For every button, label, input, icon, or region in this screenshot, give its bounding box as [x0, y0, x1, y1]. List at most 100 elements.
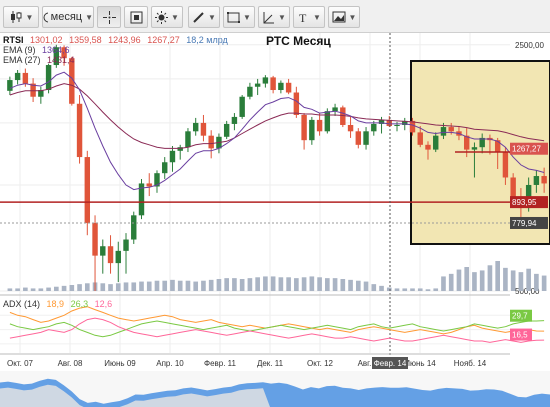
chevron-down-icon: ▼	[348, 12, 357, 22]
candle-body	[309, 119, 315, 141]
legend-low: 1243,96	[108, 35, 141, 45]
indicators-button[interactable]: ▼	[151, 6, 183, 28]
ema9-label: EMA (9)	[3, 45, 36, 55]
candle-body	[541, 176, 547, 184]
volume-bar	[201, 280, 206, 291]
candle-body	[131, 215, 137, 240]
navigator[interactable]	[0, 371, 550, 407]
period-select[interactable]: месяц ▼	[42, 6, 94, 28]
candle-body	[92, 222, 98, 256]
chart-title: РТС Месяц	[266, 34, 331, 48]
x-tick-label: Окт. 07	[7, 359, 33, 368]
candle-body	[185, 131, 191, 148]
candle-body	[262, 77, 269, 84]
volume-bar	[526, 268, 531, 291]
volume-bar	[340, 279, 346, 291]
adx-label: ADX (14)	[3, 299, 41, 309]
volume-bar	[38, 288, 44, 291]
rectangle-icon	[227, 11, 241, 23]
candle-body	[494, 140, 501, 153]
mdi-value: 12,6	[94, 299, 113, 309]
volume-bar	[510, 270, 516, 291]
ema27-value: 1431,4	[47, 55, 75, 65]
volume-bar	[278, 277, 284, 291]
angle-button[interactable]: ▼	[258, 6, 290, 28]
chart-app: ▼ месяц ▼ ▼ ▼ ▼ ▼ T ▼ ▼ 2500,00 500,00 1…	[0, 0, 550, 407]
candle-body	[502, 152, 509, 178]
volume-bar	[7, 288, 13, 291]
volume-bar	[503, 267, 508, 291]
crosshair-date-label: Февр. 14	[374, 359, 407, 368]
volume-bar	[371, 284, 377, 291]
candle-body	[440, 127, 447, 136]
candle-body	[471, 147, 478, 150]
text-button[interactable]: T ▼	[293, 6, 325, 28]
crosshair-icon	[102, 10, 116, 24]
candle-body	[254, 83, 261, 87]
legend-close: 1267,27	[147, 35, 180, 45]
draw-line-button[interactable]: ▼	[188, 6, 220, 28]
candle-body	[433, 135, 439, 150]
volume-bar	[425, 289, 431, 291]
image-button[interactable]: ▼	[328, 6, 360, 28]
candle-body	[76, 103, 83, 158]
volume-bar	[30, 288, 36, 291]
candle-body	[293, 92, 300, 115]
volume-bar	[325, 278, 330, 291]
volume-bar	[487, 265, 493, 291]
candle-body	[192, 122, 199, 132]
volume-bar	[162, 280, 168, 291]
volume-bar	[464, 267, 470, 291]
candle-body	[84, 157, 91, 223]
volume-bar	[170, 279, 175, 291]
candle-body	[301, 114, 307, 141]
chart-canvas[interactable]: 2500,002000,001500,001000,00500,00 1267,…	[0, 33, 550, 407]
volume-bar	[332, 278, 338, 291]
period-label: месяц	[50, 11, 83, 23]
volume-bar	[131, 282, 137, 291]
volume-bar	[193, 281, 199, 291]
volume-bar	[286, 277, 291, 291]
volume-bar	[348, 279, 353, 291]
volume-bar	[255, 277, 260, 291]
volume-bar	[495, 261, 500, 291]
clock-icon	[43, 12, 48, 22]
volume-bar	[185, 280, 191, 291]
volume-bar	[479, 270, 485, 291]
candle-body	[448, 127, 454, 132]
volume-bar	[123, 282, 129, 291]
volume-bar	[239, 279, 245, 291]
pdi-tag: 29,7	[512, 312, 528, 321]
legend-symbol: RTSI	[3, 35, 24, 45]
candle-body	[394, 124, 400, 127]
legend-high: 1359,58	[69, 35, 102, 45]
volume-bar	[317, 277, 322, 291]
mdi-tag: 16,5	[512, 331, 528, 340]
volume-bar	[541, 275, 547, 291]
pencil-icon	[193, 11, 204, 23]
volume-bar	[263, 276, 268, 291]
ema9-value: 1364,6	[42, 45, 70, 55]
legend-open: 1301,02	[30, 35, 63, 45]
x-tick-label: Окт. 12	[307, 359, 333, 368]
cursor-button[interactable]	[124, 6, 148, 28]
volume-bar	[270, 276, 276, 291]
volume-bar	[441, 276, 446, 291]
chevron-down-icon: ▼	[243, 12, 251, 22]
chart-type-button[interactable]: ▼	[3, 6, 39, 28]
support-price-tag: 893,95	[512, 198, 537, 207]
rectangle-button[interactable]: ▼	[223, 6, 255, 28]
legend-adx: ADX (14) 18,9 26,3 12,6	[3, 299, 116, 309]
volume-bar	[54, 286, 59, 291]
volume-bar	[115, 283, 121, 291]
volume-bar	[216, 279, 222, 291]
legend-ohlc: RTSI 1301,02 1359,58 1243,96 1267,27 18,…	[3, 35, 232, 45]
ema27-label: EMA (27)	[3, 55, 41, 65]
candle-body	[355, 131, 362, 145]
volume-bar	[100, 283, 106, 291]
volume-bar	[232, 278, 237, 291]
candle-body	[270, 77, 276, 91]
candle-body	[146, 183, 152, 187]
volume-bar	[139, 281, 144, 291]
crosshair-button[interactable]	[97, 6, 121, 28]
